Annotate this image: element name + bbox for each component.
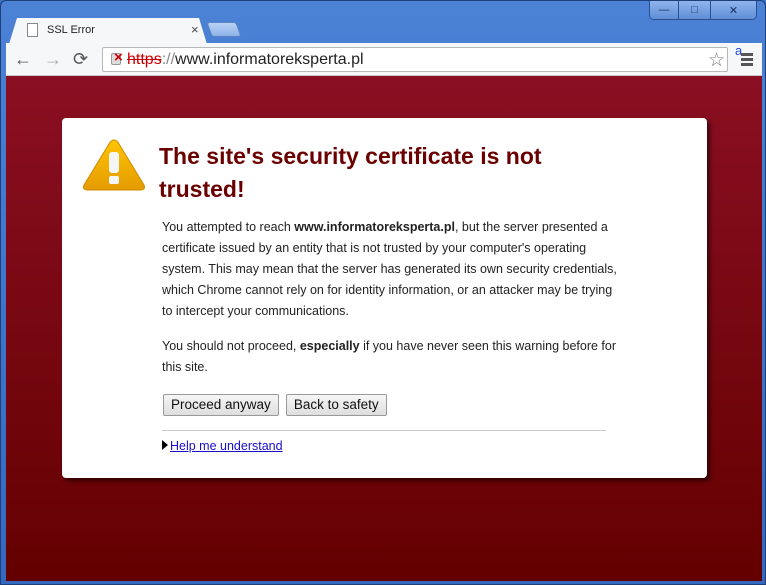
back-icon[interactable]: ← [14,49,32,69]
error-title: The site's security certificate is not t… [159,143,542,202]
bookmark-star-icon[interactable]: ☆ [708,49,725,72]
advice-paragraph: You should not proceed, especially if yo… [162,339,617,374]
insecure-x-icon: × [114,49,123,66]
menu-icon[interactable] [741,53,753,68]
new-tab-button[interactable] [206,22,242,37]
url-host: www.informatoreksperta.pl [175,51,364,68]
help-me-understand-link[interactable]: Help me understand [170,439,283,453]
divider [162,430,606,431]
help-section: Help me understand [162,439,283,453]
back-to-safety-button[interactable]: Back to safety [285,394,387,416]
warning-icon [83,139,145,191]
site-host: www.informatoreksperta.pl [294,220,455,234]
explanation-paragraph: You attempted to reach www.informatoreks… [162,220,617,318]
url-text[interactable]: https://www.informatoreksperta.pl [127,51,364,69]
minimize-button[interactable]: — [650,1,678,19]
page-icon [27,23,38,37]
page-content: The site's security certificate is not t… [6,76,762,581]
url-separator: :// [161,51,176,68]
error-description: You attempted to reach www.informatoreks… [162,217,622,392]
toolbar: ← → ⟳ × https://www.informatoreksperta.p… [6,43,762,76]
browser-window: — □ ✕ SSL Error × ← → ⟳ × https://www.in… [0,0,766,585]
maximize-button[interactable]: □ [678,1,710,19]
tab-ssl-error[interactable]: SSL Error × [9,18,207,44]
close-window-button[interactable]: ✕ [710,1,756,19]
window-controls: — □ ✕ [649,1,757,20]
error-box: The site's security certificate is not t… [62,118,707,478]
address-bar[interactable]: × https://www.informatoreksperta.pl ☆ [102,47,728,72]
tab-close-icon[interactable]: × [191,22,199,37]
url-scheme: https [127,51,162,68]
tab-title: SSL Error [47,24,95,36]
proceed-anyway-button[interactable]: Proceed anyway [163,394,279,416]
expand-triangle-icon[interactable] [162,440,168,450]
forward-icon[interactable]: → [44,49,62,69]
reload-icon[interactable]: ⟳ [73,49,88,69]
